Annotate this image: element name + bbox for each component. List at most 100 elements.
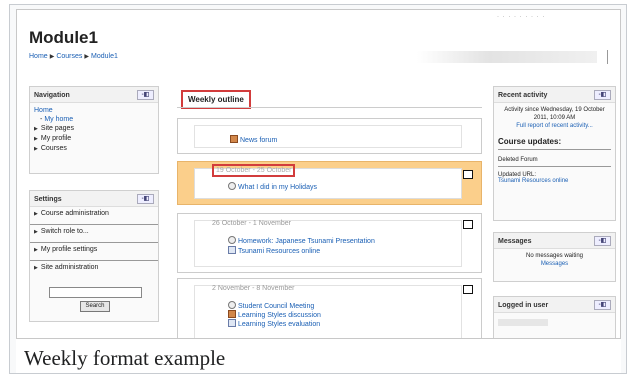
header-divider xyxy=(177,107,482,108)
block-dock-icon[interactable]: -◧ xyxy=(594,300,611,310)
breadcrumb-separator-icon: ▶ xyxy=(84,54,90,60)
settings-item-label: My profile settings xyxy=(40,246,98,253)
section-date: 19 October - 25 October xyxy=(212,164,296,177)
section-0: News forum xyxy=(177,118,482,154)
activity-learning-styles-discussion[interactable]: Learning Styles discussion xyxy=(228,310,321,319)
section-date: 2 November - 8 November xyxy=(212,285,295,292)
breadcrumb: Home ▶ Courses ▶ Module1 xyxy=(29,53,118,60)
weekly-outline: Weekly outline News forum 19 October - 2… xyxy=(177,86,482,338)
settings-item-switch-role[interactable]: ▶ Switch role to... xyxy=(30,225,158,243)
activity-holidays[interactable]: What I did in my Holidays xyxy=(228,182,317,191)
settings-item-label: Site administration xyxy=(40,264,99,271)
section-week-2: 26 October - 1 November Homework: Japane… xyxy=(177,213,482,273)
activity-since-text: Activity since Wednesday, 19 October 201… xyxy=(504,107,605,121)
page-title: Module1 xyxy=(29,28,98,47)
activity-learning-styles-evaluation[interactable]: Learning Styles evaluation xyxy=(228,319,320,328)
section-week-1: 19 October - 25 October What I did in my… xyxy=(177,161,482,205)
nav-item-site-pages[interactable]: ▶ Site pages xyxy=(34,124,154,134)
thumbnail-frame: · · · · · · · · · Module1 Home ▶ Courses ▶ M… xyxy=(9,4,627,374)
messages-block: Messages -◧ No messages waiting Messages xyxy=(493,232,616,282)
completion-checkbox[interactable] xyxy=(463,220,473,229)
settings-item-site-admin[interactable]: ▶ Site administration xyxy=(30,261,158,279)
recent-activity-header: Recent activity -◧ xyxy=(494,87,615,103)
url-icon xyxy=(228,246,236,254)
settings-block-header: Settings -◧ xyxy=(30,191,158,207)
settings-item-profile-settings[interactable]: ▶ My profile settings xyxy=(30,243,158,261)
settings-block-title: Settings xyxy=(34,196,62,203)
activity-tsunami-resources[interactable]: Tsunami Resources online xyxy=(228,246,320,255)
settings-block: Settings -◧ ▶ Course administration ▶ Swit… xyxy=(29,190,159,322)
settings-item-label: Course administration xyxy=(40,210,109,217)
breadcrumb-separator-icon: ▶ xyxy=(49,54,55,60)
updates-divider xyxy=(498,149,611,150)
logged-in-user-title: Logged in user xyxy=(498,302,549,309)
activity-homework[interactable]: Homework: Japanese Tsunami Presentation xyxy=(228,236,375,245)
nav-item-courses[interactable]: ▶ Courses xyxy=(34,144,154,154)
nav-item-label: Site pages xyxy=(40,125,74,132)
completion-checkbox[interactable] xyxy=(463,170,473,179)
nav-item-my-profile[interactable]: ▶ My profile xyxy=(34,134,154,144)
section-date: 26 October - 1 November xyxy=(212,220,291,227)
activity-label: Homework: Japanese Tsunami Presentation xyxy=(238,238,375,245)
nav-item-my-home-label: My home xyxy=(44,116,74,123)
recent-activity-body: Activity since Wednesday, 19 October 201… xyxy=(494,103,615,133)
full-report-link[interactable]: Full report of recent activity... xyxy=(498,122,611,130)
completion-checkbox[interactable] xyxy=(463,285,473,294)
user-info-placeholder xyxy=(498,319,548,326)
navigation-block: Navigation -◧ Home - My home ▶ Site pages … xyxy=(29,86,159,174)
messages-header: Messages -◧ xyxy=(494,233,615,249)
activity-label: Learning Styles discussion xyxy=(238,312,321,319)
recent-activity-title: Recent activity xyxy=(498,92,548,99)
top-user-links: · · · · · · · · · xyxy=(497,14,546,20)
activity-label: What I did in my Holidays xyxy=(238,184,317,191)
assignment-icon xyxy=(228,182,236,190)
settings-item-label: Switch role to... xyxy=(40,228,89,235)
navigation-tree: Home - My home ▶ Site pages ▶ My profile ▶ C… xyxy=(30,103,158,157)
expand-arrow-icon: ▶ xyxy=(34,126,38,132)
block-dock-icon[interactable]: -◧ xyxy=(137,194,154,204)
updated-url-link[interactable]: Tsunami Resources online xyxy=(494,178,615,184)
navbar-divider xyxy=(607,50,608,64)
expand-arrow-icon: ▶ xyxy=(34,146,38,152)
weekly-outline-header: Weekly outline xyxy=(177,86,482,109)
messages-link[interactable]: Messages xyxy=(498,260,611,268)
forum-icon xyxy=(228,310,236,318)
expand-arrow-icon: ▶ xyxy=(34,211,38,217)
activity-label: Student Council Meeting xyxy=(238,303,315,310)
navigation-block-header: Navigation -◧ xyxy=(30,87,158,103)
nav-item-my-home[interactable]: - My home xyxy=(34,115,154,124)
block-dock-icon[interactable]: -◧ xyxy=(594,90,611,100)
expand-arrow-icon: ▶ xyxy=(34,136,38,142)
messages-title: Messages xyxy=(498,238,532,245)
section-week-3: 2 November - 8 November Student Council … xyxy=(177,278,482,338)
deleted-forum-text: Deleted Forum xyxy=(498,157,538,163)
moodle-screenshot: · · · · · · · · · Module1 Home ▶ Courses ▶ M… xyxy=(16,9,621,339)
assignment-icon xyxy=(228,236,236,244)
settings-item-course-admin[interactable]: ▶ Course administration xyxy=(30,207,158,225)
course-updates-heading: Course updates: xyxy=(498,137,562,146)
breadcrumb-module1[interactable]: Module1 xyxy=(91,53,118,60)
logged-in-user-header: Logged in user -◧ xyxy=(494,297,615,313)
navigation-block-title: Navigation xyxy=(34,92,70,99)
expand-arrow-icon: ▶ xyxy=(34,229,38,235)
activity-label: Tsunami Resources online xyxy=(238,248,321,255)
activity-label: Learning Styles evaluation xyxy=(238,321,321,328)
image-caption: Weekly format example xyxy=(16,339,621,373)
breadcrumb-courses[interactable]: Courses xyxy=(56,53,82,60)
no-messages-text: No messages waiting xyxy=(525,253,584,259)
chat-icon xyxy=(228,301,236,309)
activity-news-forum[interactable]: News forum xyxy=(230,135,277,144)
quiz-icon xyxy=(228,319,236,327)
expand-arrow-icon: ▶ xyxy=(34,247,38,253)
block-dock-icon[interactable]: -◧ xyxy=(137,90,154,100)
nav-item-home[interactable]: Home xyxy=(34,106,154,115)
breadcrumb-home[interactable]: Home xyxy=(29,53,48,60)
expand-arrow-icon: ▶ xyxy=(34,265,38,271)
updated-url-label: Updated URL: xyxy=(498,172,537,178)
nav-item-label: Courses xyxy=(40,145,67,152)
settings-search-input[interactable] xyxy=(49,287,142,298)
activity-student-council[interactable]: Student Council Meeting xyxy=(228,301,314,310)
settings-search-button[interactable]: Search xyxy=(80,301,110,312)
navbar-filler xyxy=(417,51,597,63)
block-dock-icon[interactable]: -◧ xyxy=(594,236,611,246)
